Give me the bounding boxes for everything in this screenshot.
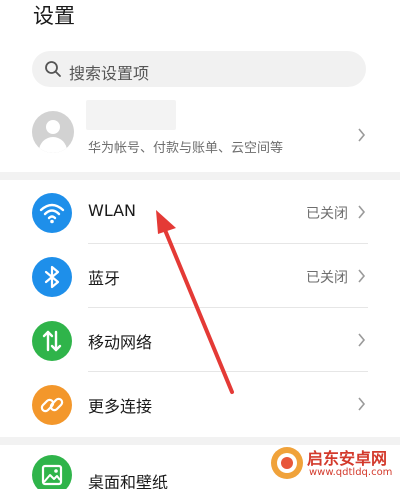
- watermark-logo: 启东安卓网 www.qdtldq.com: [269, 443, 394, 483]
- watermark-icon: [271, 447, 303, 479]
- watermark-text: 启东安卓网: [307, 449, 388, 468]
- watermark-url: www.qdtldq.com: [309, 467, 393, 478]
- annotation-arrow: [156, 210, 234, 394]
